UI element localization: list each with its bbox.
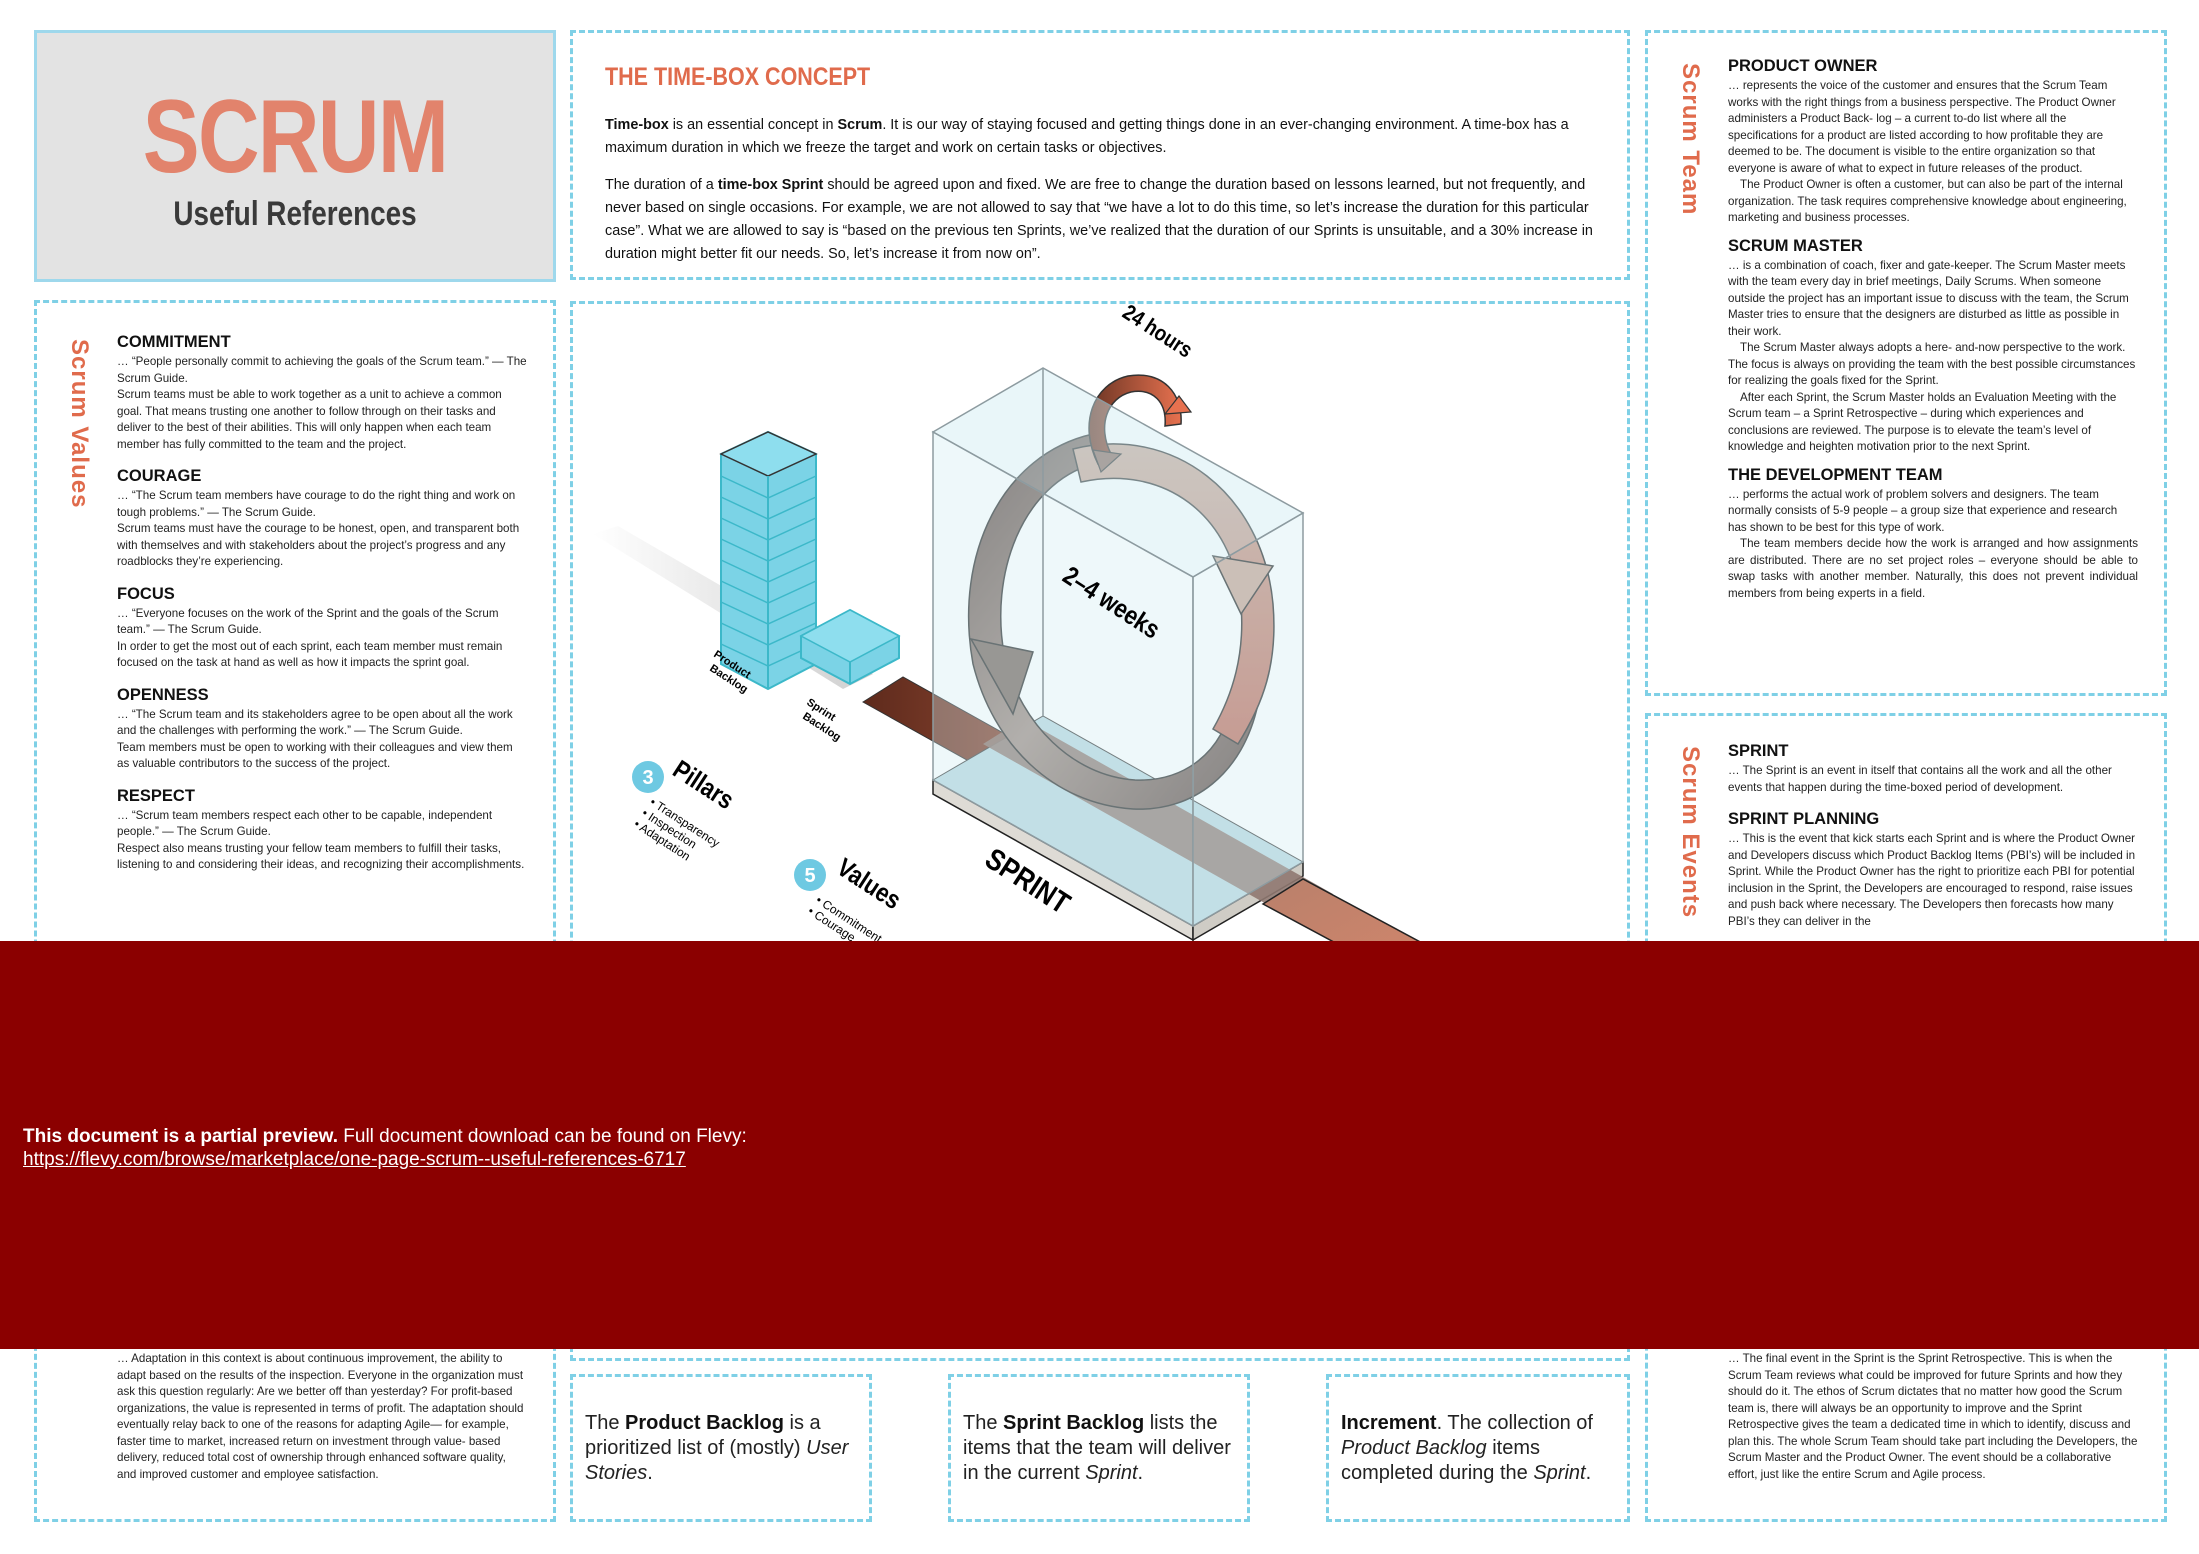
scrum-events-label: Scrum Events [1677,746,1704,919]
retrospective-text: … The final event in the Sprint is the S… [1728,1352,2138,1481]
preview-banner-text: This document is a partial preview. Full… [23,1125,747,1171]
events-list: SPRINT … The Sprint is an event in itsel… [1728,742,2138,944]
event-body: … This is the event that kick starts eac… [1728,832,2136,928]
value-quote: … “The Scrum team members have courage t… [117,489,516,519]
sprint-backlog-card: The Sprint Backlog lists the items that … [948,1374,1250,1522]
text: . [1137,1461,1144,1484]
event-heading: SPRINT [1728,742,1789,760]
text: . The collection of [1436,1411,1593,1434]
role-paragraph: … represents the voice of the customer a… [1728,79,2116,175]
scrum-values-label: Scrum Values [66,339,93,509]
role-heading: THE DEVELOPMENT TEAM [1728,465,1943,484]
sprint-timebox-icon [931,367,1305,928]
role-paragraph: … is a combination of coach, fixer and g… [1728,258,2129,338]
timebox-panel: THE TIME-BOX CONCEPT Time-box is an esse… [570,30,1630,280]
preview-notice: This document is a partial preview. [23,1126,338,1147]
value-commitment: COMMITMENT … “People personally commit t… [117,333,527,453]
value-focus: FOCUS … “Everyone focuses on the work of… [117,585,527,672]
event-body: … The Sprint is an event in itself that … [1728,764,2112,794]
role-paragraph: The Product Owner is often a customer, b… [1728,178,2127,224]
value-body: Respect also means trusting your fellow … [117,841,525,872]
value-body: Scrum teams must be able to work togethe… [117,388,502,451]
pillars-count: 3 [642,767,653,789]
timebox-paragraph-1: Time-box is an essential concept in Scru… [605,114,1595,160]
team-roles: PRODUCT OWNER … represents the voice of … [1728,57,2138,616]
daily-cycle-label: 24 hours [1118,304,1196,363]
term: Product Backlog [1341,1436,1487,1459]
text: The [963,1411,1004,1434]
role-paragraph: The team members decide how the work is … [1728,537,2138,600]
text: . [647,1461,653,1484]
sprint-diagram: Product Backlog Sprint Backlog 24 hours [593,304,1426,944]
event-sprint: SPRINT … The Sprint is an event in itsel… [1728,742,2138,796]
scrum-team-label: Scrum Team [1677,63,1704,216]
term: Sprint [1533,1461,1586,1484]
value-heading: FOCUS [117,584,175,603]
term: Sprint [1085,1461,1138,1484]
role-heading: SCRUM MASTER [1728,236,1863,255]
role-paragraph: … performs the actual work of problem so… [1728,487,2118,534]
role-development-team: THE DEVELOPMENT TEAM … performs the actu… [1728,466,2138,603]
values-group: 5 Values • Commitment • Courage [794,853,906,944]
pillars-group: 3 Pillars • Transparency • Inspection • … [631,755,739,863]
value-heading: RESPECT [117,786,195,805]
value-quote: … “Everyone focuses on the work of the S… [117,606,499,637]
values-list: COMMITMENT … “People personally commit t… [117,333,527,888]
preview-description: Full document download can be found on F… [338,1126,747,1147]
sprint-path-outgoing [1261,878,1426,944]
event-sprint-planning: SPRINT PLANNING … This is the event that… [1728,810,2138,930]
role-scrum-master: SCRUM MASTER … is a combination of coach… [1728,237,2138,456]
page-subtitle: Useful References [173,195,417,233]
value-openness: OPENNESS … “The Scrum team and its stake… [117,686,527,773]
value-respect: RESPECT … “Scrum team members respect ea… [117,787,527,874]
text: The duration of a [605,177,718,193]
timebox-paragraph-2: The duration of a time-box Sprint should… [605,174,1595,266]
value-body: Scrum teams must have the courage to be … [117,522,520,568]
role-paragraph: After each Sprint, the Scrum Master hold… [1728,390,2117,454]
value-heading: OPENNESS [117,685,209,704]
card-text: The Product Backlog is a prioritized lis… [585,1411,857,1486]
value-courage: COURAGE … “The Scrum team members have c… [117,467,527,571]
value-quote: … “Scrum team members respect each other… [117,808,493,839]
card-text: The Sprint Backlog lists the items that … [963,1411,1235,1486]
download-link[interactable]: https://flevy.com/browse/marketplace/one… [23,1148,686,1171]
term: Increment [1341,1411,1437,1434]
timebox-title: THE TIME-BOX CONCEPT [605,63,871,91]
page-title: SCRUM [142,79,449,195]
text: The [585,1411,626,1434]
term: Sprint Backlog [1003,1411,1145,1434]
value-heading: COURAGE [117,467,202,485]
text: . [1585,1461,1592,1484]
event-heading: SPRINT PLANNING [1728,810,1880,828]
adaptation-text: … Adaptation in this context is about co… [117,1352,524,1481]
value-quote: … “The Scrum team and its stakeholders a… [117,707,513,738]
role-product-owner: PRODUCT OWNER … represents the voice of … [1728,57,2138,227]
preview-banner: This document is a partial preview. Full… [0,941,2199,1349]
values-count: 5 [804,865,815,887]
text: is an essential concept in [668,117,838,133]
value-heading: COMMITMENT [117,333,231,351]
role-paragraph: The Scrum Master always adopts a here- a… [1728,341,2136,387]
role-heading: PRODUCT OWNER [1728,57,1878,75]
term-timebox: Time-box [605,117,669,133]
value-quote: … “People personally commit to achieving… [117,355,527,385]
title-box: SCRUM Useful References [34,30,556,282]
product-backlog-card: The Product Backlog is a prioritized lis… [570,1374,872,1522]
pillars-title: Pillars [667,755,738,816]
value-body: In order to get the most out of each spr… [117,639,503,670]
increment-card: Increment. The collection of Product Bac… [1326,1374,1630,1522]
term: Product Backlog [625,1411,784,1434]
term-scrum: Scrum [837,117,883,133]
value-body: Team members must be open to working wit… [117,740,513,771]
card-text: Increment. The collection of Product Bac… [1341,1411,1615,1486]
scrum-team-panel: Scrum Team PRODUCT OWNER … represents th… [1645,30,2167,696]
term-timebox-sprint: time-box Sprint [717,177,824,193]
